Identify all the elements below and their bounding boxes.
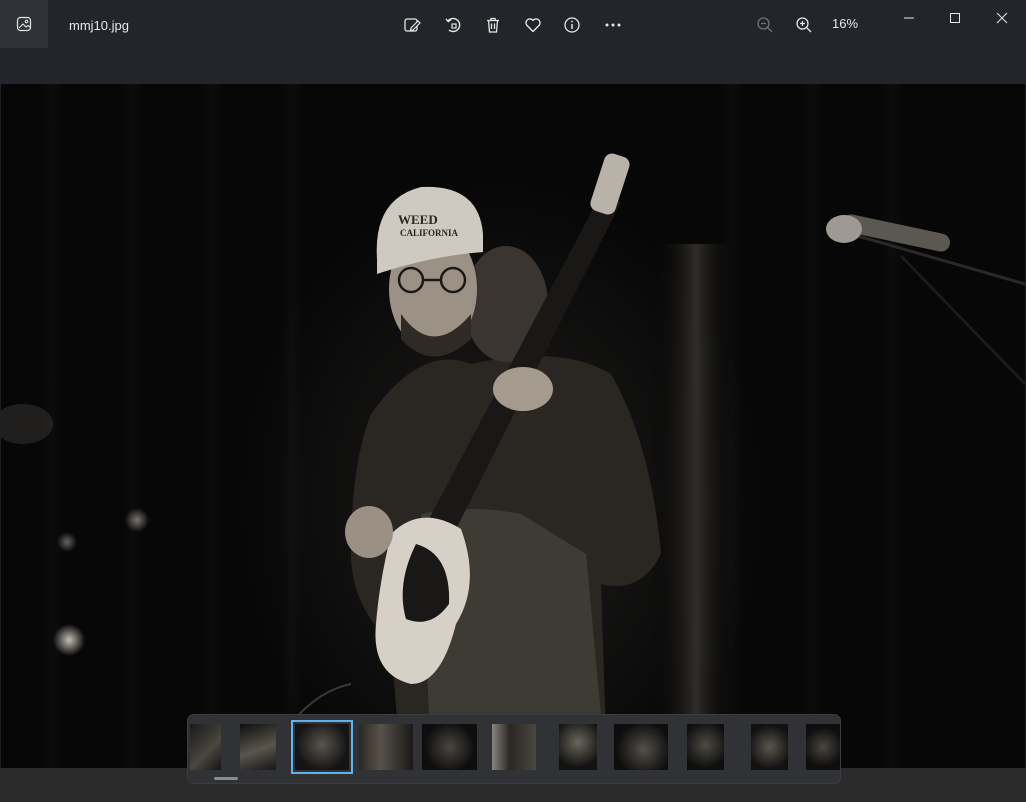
favorite-icon bbox=[525, 18, 541, 33]
filmstrip-thumbnail[interactable] bbox=[190, 724, 221, 770]
maximize-button[interactable] bbox=[932, 4, 978, 32]
delete-icon bbox=[487, 17, 499, 33]
cap-text: CALIFORNIA bbox=[400, 228, 459, 238]
filmstrip-thumbnail[interactable] bbox=[806, 724, 840, 770]
filmstrip-thumbnail[interactable] bbox=[359, 724, 413, 770]
stage-pillar bbox=[651, 244, 741, 768]
app-photos-button[interactable] bbox=[0, 0, 48, 48]
rotate-icon bbox=[445, 17, 461, 33]
zoom-out-icon bbox=[757, 17, 773, 33]
minimize-button[interactable] bbox=[886, 4, 932, 32]
filmstrip-thumbnail[interactable] bbox=[422, 724, 477, 770]
file-info-button[interactable] bbox=[559, 12, 585, 38]
cap-text: WEED bbox=[398, 212, 438, 227]
photos-app-icon bbox=[16, 16, 32, 32]
photo-image: WEED CALIFORNIA bbox=[1, 153, 1025, 768]
rotate-button[interactable] bbox=[440, 12, 466, 38]
delete-button[interactable] bbox=[480, 12, 506, 38]
close-icon bbox=[996, 12, 1008, 24]
filmstrip-thumbnail-selected[interactable] bbox=[291, 720, 353, 774]
filmstrip[interactable] bbox=[187, 714, 841, 784]
edit-image-icon bbox=[404, 18, 421, 32]
file-name: mmj10.jpg bbox=[69, 18, 129, 33]
filmstrip-thumbnail[interactable] bbox=[559, 724, 597, 770]
edit-image-button[interactable] bbox=[399, 12, 425, 38]
more-icon bbox=[605, 23, 621, 27]
info-icon bbox=[564, 17, 580, 33]
zoom-out-button[interactable] bbox=[752, 12, 778, 38]
zoom-level[interactable]: 16% bbox=[832, 16, 858, 31]
filmstrip-scroll-indicator[interactable] bbox=[214, 777, 238, 780]
filmstrip-thumbnail[interactable] bbox=[240, 724, 276, 770]
blurred-equipment bbox=[1, 404, 53, 444]
zoom-in-icon bbox=[796, 17, 812, 33]
filmstrip-thumbnail[interactable] bbox=[614, 724, 668, 770]
microphone bbox=[826, 214, 1025, 386]
bokeh-light bbox=[53, 624, 85, 656]
filmstrip-thumbnail[interactable] bbox=[492, 724, 536, 770]
musician-hand bbox=[345, 506, 393, 558]
more-options-button[interactable] bbox=[600, 12, 626, 38]
guitar-headstock bbox=[590, 153, 630, 215]
bokeh-light bbox=[57, 532, 77, 552]
minimize-icon bbox=[904, 17, 914, 19]
favorite-button[interactable] bbox=[520, 12, 546, 38]
maximize-icon bbox=[950, 13, 960, 23]
close-button[interactable] bbox=[979, 4, 1025, 32]
filmstrip-thumbnail[interactable] bbox=[687, 724, 724, 770]
musician-hand bbox=[493, 367, 553, 411]
bokeh-light bbox=[125, 508, 149, 532]
filmstrip-thumbnail[interactable] bbox=[751, 724, 788, 770]
zoom-in-button[interactable] bbox=[791, 12, 817, 38]
title-bar: mmj10.jpg 16% bbox=[0, 0, 1026, 85]
photo-viewer[interactable]: WEED CALIFORNIA bbox=[1, 84, 1025, 768]
